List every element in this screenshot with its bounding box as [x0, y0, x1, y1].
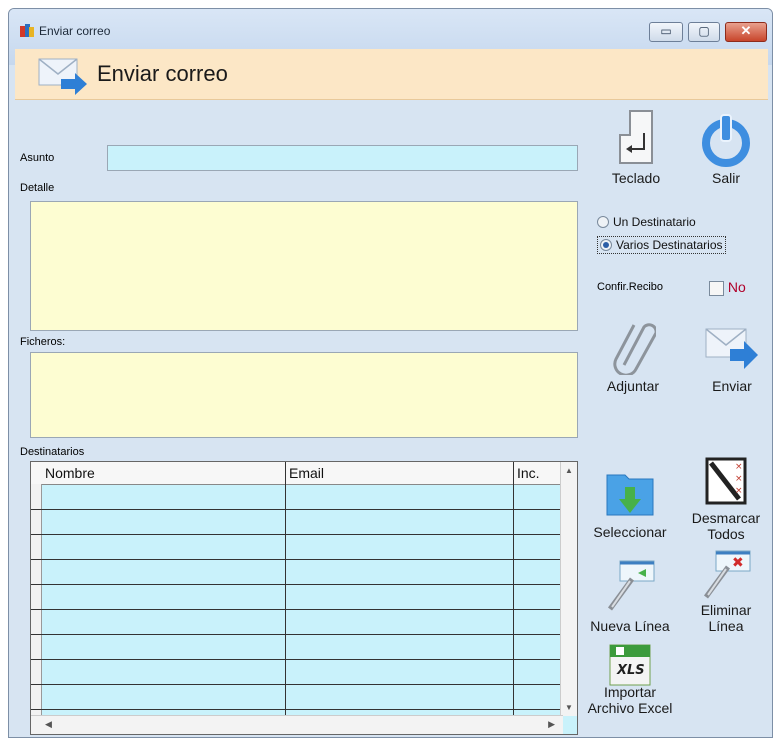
- power-icon: [702, 114, 750, 167]
- grid-horizontal-scrollbar[interactable]: ◀ ▶: [31, 715, 563, 734]
- envelope-arrow-icon: [38, 58, 87, 95]
- radio-button[interactable]: [600, 238, 612, 251]
- adjuntar-button[interactable]: Adjuntar: [597, 315, 669, 394]
- importar-label-1: Importar: [603, 684, 657, 700]
- confir-recibo-label: Confir.Recibo: [597, 281, 664, 293]
- desmarcar-todos-button[interactable]: × × × Desmarcar Todos: [683, 455, 769, 542]
- close-button[interactable]: ✕: [725, 22, 767, 42]
- send-mail-icon: [705, 328, 758, 369]
- scroll-up-icon[interactable]: ▲: [565, 466, 573, 475]
- asunto-input[interactable]: [107, 145, 578, 171]
- delete-line-icon: ✖: [703, 550, 751, 599]
- recipients-grid[interactable]: Nombre Email Inc. ▲ ▼ ◀ ▶: [30, 461, 578, 735]
- checkbox[interactable]: [709, 280, 724, 296]
- svg-text:✖: ✖: [732, 555, 744, 571]
- nueva-linea-label: Nueva Línea: [590, 618, 670, 634]
- column-inc[interactable]: Inc.: [517, 465, 540, 481]
- table-row[interactable]: [31, 709, 563, 710]
- eliminar-label-1: Eliminar: [700, 602, 752, 618]
- maximize-icon: ▢: [698, 24, 710, 38]
- column-email[interactable]: Email: [289, 465, 324, 481]
- column-divider: [513, 462, 514, 716]
- table-row[interactable]: [31, 659, 563, 660]
- desmarcar-label-2: Todos: [707, 526, 745, 542]
- xls-badge: XLS: [616, 663, 645, 678]
- table-row[interactable]: [31, 534, 563, 535]
- nueva-linea-button[interactable]: Nueva Línea: [583, 557, 677, 634]
- table-row[interactable]: [31, 684, 563, 685]
- row-header-column: [31, 484, 42, 716]
- folder-down-icon: [606, 474, 654, 516]
- table-row[interactable]: [31, 584, 563, 585]
- column-nombre[interactable]: Nombre: [45, 465, 95, 481]
- grid-vertical-scrollbar[interactable]: ▲ ▼: [560, 462, 577, 716]
- confir-recibo-value: No: [727, 279, 746, 295]
- column-divider: [285, 462, 286, 716]
- recipient-mode-group: Un Destinatario Varios Destinatarios: [591, 205, 753, 269]
- header-band: Enviar correo: [15, 49, 768, 100]
- new-line-icon: [607, 560, 655, 611]
- enviar-label: Enviar: [712, 378, 752, 394]
- salir-button[interactable]: Salir: [695, 109, 757, 186]
- importar-excel-button[interactable]: XLS Importar Archivo Excel: [579, 643, 681, 716]
- eliminar-linea-button[interactable]: ✖ Eliminar Línea: [687, 549, 765, 634]
- seleccionar-button[interactable]: Seleccionar: [581, 465, 679, 540]
- ficheros-label: Ficheros:: [20, 336, 66, 348]
- svg-text:×: ×: [735, 462, 743, 472]
- svg-text:×: ×: [735, 486, 743, 496]
- enviar-button[interactable]: Enviar: [697, 315, 767, 394]
- scroll-right-icon[interactable]: ▶: [548, 719, 555, 730]
- table-row[interactable]: [31, 559, 563, 560]
- asunto-label: Asunto: [20, 152, 55, 164]
- radio-label: Varios Destinatarios: [616, 238, 723, 252]
- uncheck-all-icon: × × ×: [705, 457, 747, 505]
- detalle-textarea[interactable]: [30, 201, 578, 331]
- destinatarios-label: Destinatarios: [20, 446, 85, 458]
- adjuntar-label: Adjuntar: [606, 378, 660, 394]
- radio-un-destinatario[interactable]: Un Destinatario: [597, 215, 696, 229]
- importar-label-2: Archivo Excel: [587, 700, 673, 716]
- window-title: Enviar correo: [39, 24, 111, 38]
- svg-text:×: ×: [735, 474, 743, 484]
- xls-file-icon: XLS: [609, 644, 651, 686]
- minimize-button[interactable]: ▭: [649, 22, 683, 42]
- eliminar-label-2: Línea: [708, 618, 744, 634]
- paperclip-icon: [613, 323, 658, 377]
- send-mail-window: Enviar correo ▭ ▢ ✕ Enviar correo Asunto…: [8, 8, 773, 738]
- grid-header: Nombre Email Inc.: [31, 462, 563, 485]
- ficheros-textarea[interactable]: [30, 352, 578, 438]
- radio-varios-destinatarios[interactable]: Varios Destinatarios: [597, 236, 726, 254]
- minimize-icon: ▭: [660, 24, 672, 38]
- page-title: Enviar correo: [97, 61, 228, 86]
- teclado-button[interactable]: Teclado: [599, 109, 673, 186]
- table-row[interactable]: [31, 634, 563, 635]
- app-icon: [20, 24, 34, 37]
- radio-button[interactable]: [597, 215, 609, 228]
- desmarcar-label-1: Desmarcar: [691, 510, 761, 526]
- detalle-label: Detalle: [20, 182, 55, 194]
- seleccionar-label: Seleccionar: [593, 524, 667, 540]
- maximize-button[interactable]: ▢: [688, 22, 720, 42]
- scroll-left-icon[interactable]: ◀: [45, 719, 52, 730]
- salir-label: Salir: [711, 170, 740, 186]
- table-row[interactable]: [31, 509, 563, 510]
- radio-label: Un Destinatario: [613, 215, 696, 229]
- close-icon: ✕: [740, 23, 752, 38]
- teclado-label: Teclado: [611, 170, 661, 186]
- keyboard-enter-icon: [619, 110, 653, 164]
- confir-recibo-checkbox[interactable]: No: [709, 279, 746, 296]
- scroll-down-icon[interactable]: ▼: [565, 703, 573, 712]
- table-row[interactable]: [31, 609, 563, 610]
